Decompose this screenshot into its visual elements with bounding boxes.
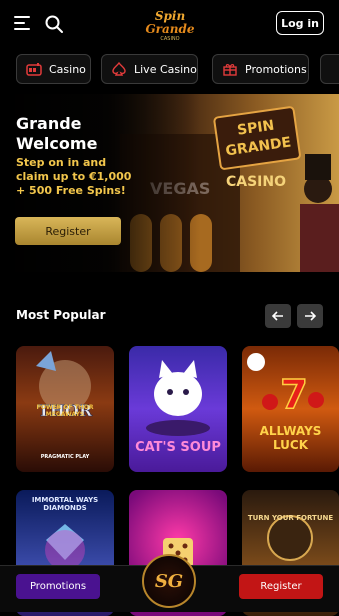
bottom-promotions-button[interactable]: Promotions (16, 574, 100, 599)
game-tile[interactable]: 7 ALLWAYS LUCK (242, 346, 339, 472)
spin-grande-logo[interactable]: Spin Grande CASINO (140, 6, 200, 42)
hamburger-menu-icon[interactable] (14, 15, 32, 31)
spade-icon (110, 61, 128, 77)
tab-promotions[interactable]: Promotions (212, 54, 309, 84)
tab-casino[interactable]: Casino (16, 54, 91, 84)
category-tabs: Casino Live Casino Promotions (0, 52, 339, 86)
game-provider: PRAGMATIC PLAY (40, 454, 90, 460)
svg-text:Grande: Grande (145, 22, 194, 36)
slot-machine-icon (25, 61, 43, 77)
tab-promotions-label: Promotions (245, 62, 307, 76)
tab-more[interactable] (320, 54, 339, 84)
game-tile[interactable]: THOR POWER OF THOR MEGAWAYS PRAGMATIC PL… (16, 346, 114, 472)
hero-title: Grande Welcome (16, 114, 98, 153)
tab-live-casino[interactable]: Live Casino (101, 54, 198, 84)
sg-logo-text: SG (154, 570, 184, 592)
section-title-most-popular: Most Popular (16, 308, 106, 322)
tab-live-casino-label: Live Casino (134, 62, 197, 76)
game-art-allways-luck: 7 (247, 353, 324, 419)
bottom-register-button[interactable]: Register (239, 574, 323, 599)
game-title: ALLWAYS LUCK (259, 424, 322, 452)
bottom-bar: Promotions SG Register (0, 554, 339, 612)
carousel-next-button[interactable] (297, 304, 323, 328)
carousel-prev-button[interactable] (265, 304, 291, 328)
svg-text:Spin: Spin (155, 9, 185, 23)
tab-casino-label: Casino (49, 62, 86, 76)
hero-banner[interactable]: VEGAS SPIN GRANDE CASINO Grande Welcome … (0, 94, 339, 272)
svg-text:7: 7 (280, 372, 308, 418)
hero-subtitle: Step on in and claim up to €1,000 + 500 … (16, 156, 132, 197)
gift-icon (221, 61, 239, 77)
game-title: IMMORTAL WAYS DIAMONDS (31, 496, 99, 512)
game-title: CAT'S SOUP (135, 440, 221, 455)
arrow-left-icon (272, 311, 283, 321)
svg-text:CASINO: CASINO (160, 36, 179, 42)
search-icon[interactable] (44, 14, 64, 34)
game-tile[interactable]: CAT'S SOUP (129, 346, 227, 472)
arrow-right-icon (305, 311, 316, 321)
login-button[interactable]: Log in (276, 11, 324, 35)
game-title: POWER OF THOR MEGAWAYS (36, 404, 94, 418)
game-title: TURN YOUR FORTUNE (247, 514, 334, 522)
svg-text:CASINO: CASINO (226, 174, 286, 190)
top-bar: Spin Grande CASINO Log in (0, 0, 339, 48)
sg-logo-badge[interactable]: SG (142, 554, 196, 608)
hero-register-button[interactable]: Register (15, 217, 121, 245)
